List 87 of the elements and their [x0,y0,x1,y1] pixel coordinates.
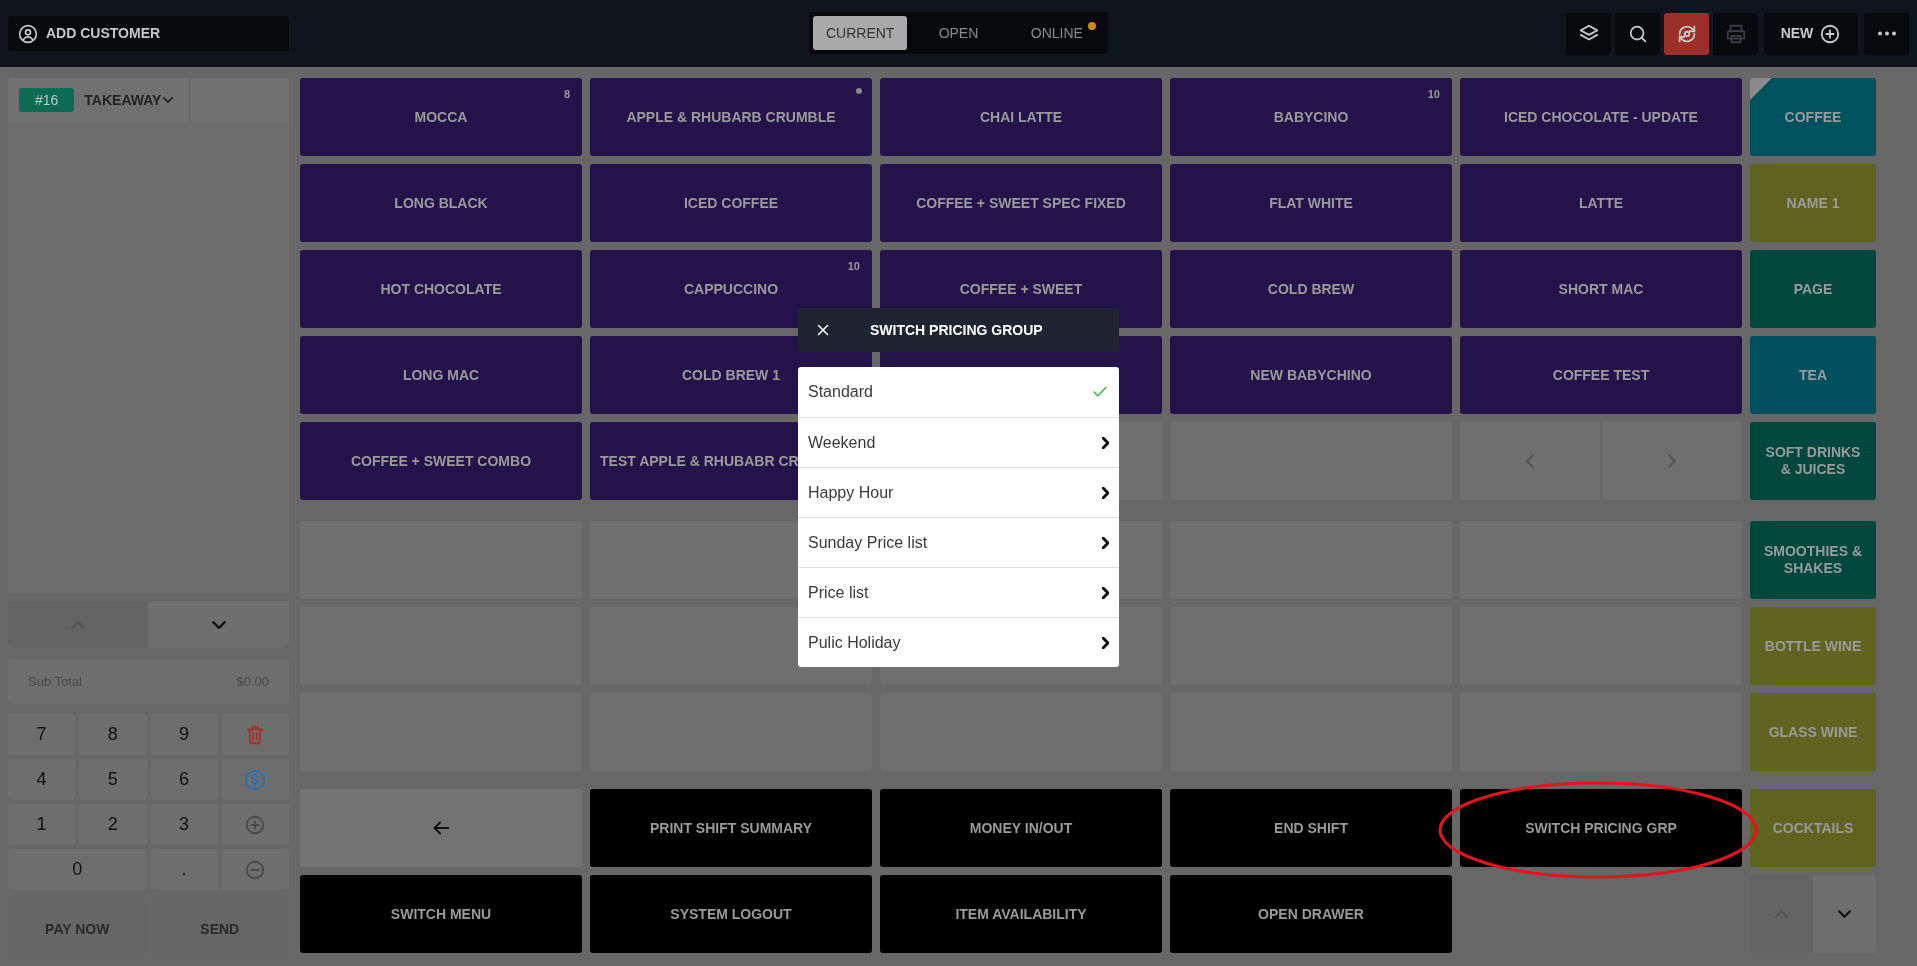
keypad-key[interactable]: 9 [150,714,218,755]
product-tile[interactable]: COFFEE TEST [1460,336,1742,414]
category-tile[interactable]: SMOOTHIES & SHAKES [1750,521,1876,599]
chevron-right-icon [1102,486,1109,499]
chevron-left-icon [1525,454,1534,468]
increase-button[interactable] [221,804,289,845]
keypad-key[interactable]: 1 [8,804,76,845]
chevron-right-icon [1102,536,1109,549]
decrease-button[interactable] [221,849,289,890]
product-tile[interactable]: HOT CHOCOLATE [300,250,582,328]
chevron-right-icon [1102,636,1109,649]
delete-button[interactable] [221,714,289,755]
tab[interactable]: OPEN [911,16,1006,50]
action-button[interactable]: ITEM AVAILABILITY [880,875,1162,953]
order-number: #16 [19,88,75,112]
dollar-circle-icon [244,768,267,791]
category-tile[interactable]: SOFT DRINKS & JUICES [1750,422,1876,500]
sync-button[interactable] [1664,12,1709,55]
chevron-right-icon [1102,586,1109,599]
pricing-group-option[interactable]: Happy Hour [798,467,1119,517]
search-button[interactable] [1615,12,1660,55]
tab[interactable]: CURRENT [813,16,908,50]
category-tile[interactable]: PAGE [1750,250,1876,328]
product-tile[interactable]: LONG MAC [300,336,582,414]
pricing-group-option[interactable]: Weekend [798,417,1119,467]
count-label: 8 [563,87,570,102]
action-button[interactable]: SWITCH PRICING GRP [1460,789,1742,867]
pricing-group-option[interactable]: Pulic Holiday [798,617,1119,667]
keypad-key[interactable]: 2 [79,804,147,845]
layers-button[interactable] [1566,12,1611,55]
printer-icon [1724,22,1747,45]
product-tile[interactable]: ICED CHOCOLATE - UPDATE [1460,78,1742,156]
keypad-key[interactable]: 7 [8,714,76,755]
product-tile[interactable]: CHAI LATTE [880,78,1162,156]
action-button[interactable]: SYSTEM LOGOUT [590,875,872,953]
action-button[interactable]: PRINT SHIFT SUMMARY [590,789,872,867]
chevron-right-icon [1668,454,1677,468]
keypad-key[interactable]: . [150,849,218,890]
product-tile[interactable]: MOCCA 8 [300,78,582,156]
scroll-down-button[interactable] [1813,875,1876,953]
chevron-down-icon [211,620,226,629]
category-tile[interactable]: TEA [1750,336,1876,414]
user-icon [18,23,38,44]
more-button[interactable] [1864,12,1909,55]
product-tile[interactable]: SHORT MAC [1460,250,1742,328]
action-button[interactable]: END SHIFT [1170,789,1452,867]
pricing-group-option[interactable]: Sunday Price list [798,517,1119,567]
keypad-key[interactable]: 8 [79,714,147,755]
plus-circle-icon [244,813,267,836]
scroll-down-button[interactable] [148,601,289,648]
product-tile[interactable]: COFFEE + SWEET COMBO [300,422,582,500]
keypad-key[interactable]: 5 [79,759,147,800]
more-icon [1877,31,1896,36]
action-button[interactable]: SWITCH MENU [300,875,582,953]
keypad-key[interactable]: 0 [8,849,147,890]
keypad-key[interactable]: 3 [150,804,218,845]
previous-page-button[interactable] [1460,422,1600,500]
chevron-down-icon [1838,910,1851,918]
product-tile[interactable]: NEW BABYCHINO [1170,336,1452,414]
category-tile[interactable]: COFFEE [1750,78,1876,156]
product-tile[interactable]: ICED COFFEE [590,164,872,242]
product-tile[interactable]: CAPPUCCINO 10 [590,250,872,328]
keypad-key[interactable]: 6 [150,759,218,800]
product-tile[interactable]: LONG BLACK [300,164,582,242]
chevron-right-icon [1102,436,1109,449]
count-label: 10 [847,259,860,274]
plus-circle-icon [1819,22,1842,45]
minus-circle-icon [244,858,267,881]
keypad-key[interactable]: 4 [8,759,76,800]
product-tile[interactable]: APPLE & RHUBARB CRUMBLE [590,78,872,156]
action-button[interactable]: OPEN DRAWER [1170,875,1452,953]
product-tile[interactable]: FLAT WHITE [1170,164,1452,242]
count-label: 10 [1427,87,1440,102]
order-type-dropdown[interactable]: TAKEAWAY [84,89,174,111]
new-button[interactable]: NEW [1764,12,1858,55]
back-button[interactable] [300,789,582,867]
pricing-group-option[interactable]: Price list [798,567,1119,617]
product-tile[interactable]: COLD BREW [1170,250,1452,328]
next-page-button[interactable] [1602,422,1742,500]
product-tile[interactable]: COFFEE + SWEET SPEC FIXED [880,164,1162,242]
caret-icon [163,95,174,105]
action-button[interactable]: MONEY IN/OUT [880,789,1162,867]
cash-button[interactable] [221,759,289,800]
add-customer-button[interactable]: ADD CUSTOMER [8,16,289,51]
product-tile[interactable]: LATTE [1460,164,1742,242]
tab[interactable]: ONLINE [1009,16,1104,50]
product-tile[interactable]: BABYCINO 10 [1170,78,1452,156]
